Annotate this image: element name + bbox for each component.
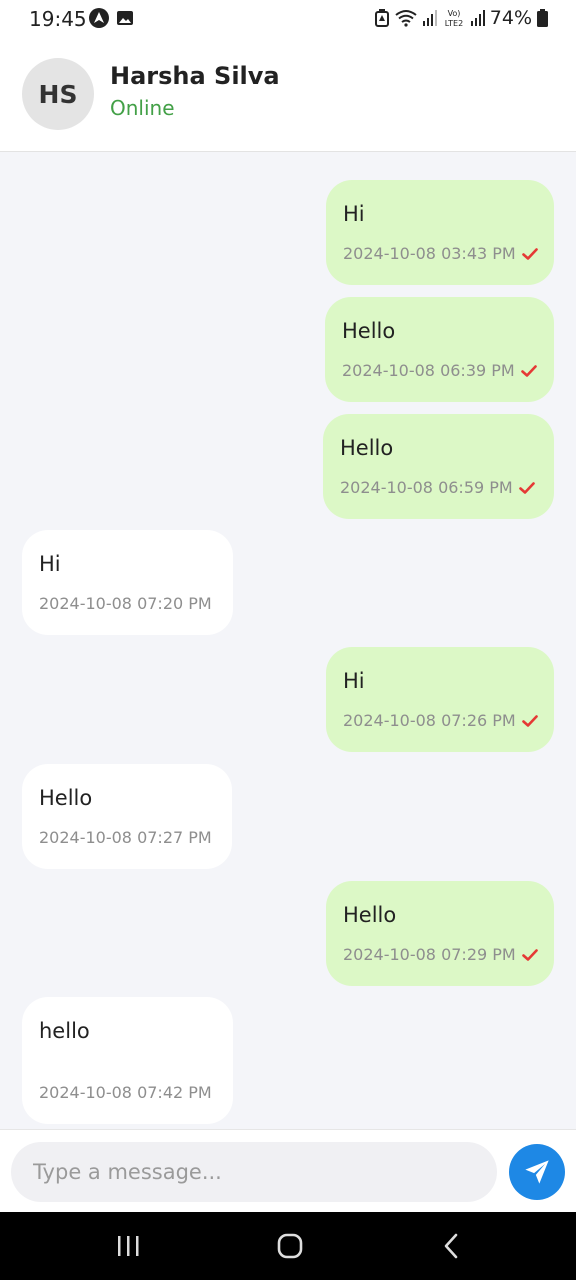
contact-name[interactable]: Harsha Silva bbox=[110, 62, 280, 90]
contact-status: Online bbox=[110, 96, 175, 120]
check-icon bbox=[520, 364, 537, 377]
message-time: 2024-10-08 07:27 PM bbox=[39, 828, 212, 847]
svg-text:LTE2: LTE2 bbox=[445, 19, 463, 28]
volte-lte2-icon: Vo) LTE2 bbox=[442, 8, 466, 28]
svg-text:Vo): Vo) bbox=[447, 9, 460, 18]
message-text: Hello bbox=[39, 786, 93, 810]
message-bubble-sent[interactable]: Hello 2024-10-08 06:59 PM bbox=[323, 414, 554, 519]
message-time: 2024-10-08 07:26 PM bbox=[343, 711, 516, 730]
message-bubble-received[interactable]: Hi 2024-10-08 07:20 PM bbox=[22, 530, 233, 635]
battery-percentage: 74% bbox=[489, 7, 532, 29]
check-icon bbox=[521, 948, 538, 961]
message-bubble-received[interactable]: hello 2024-10-08 07:42 PM bbox=[22, 997, 233, 1124]
message-text: Hi bbox=[39, 552, 61, 576]
send-icon bbox=[523, 1158, 551, 1186]
message-time: 2024-10-08 06:59 PM bbox=[340, 478, 513, 497]
system-nav-bar bbox=[0, 1212, 576, 1280]
home-button[interactable] bbox=[250, 1212, 330, 1280]
recent-apps-icon bbox=[116, 1235, 140, 1257]
back-icon bbox=[441, 1233, 461, 1259]
check-icon bbox=[518, 481, 535, 494]
message-time: 2024-10-08 06:39 PM bbox=[342, 361, 515, 380]
message-time: 2024-10-08 03:43 PM bbox=[343, 244, 516, 263]
message-bubble-sent[interactable]: Hello 2024-10-08 07:29 PM bbox=[326, 881, 554, 986]
message-bubble-sent[interactable]: Hello 2024-10-08 06:39 PM bbox=[325, 297, 554, 402]
chat-header: HS Harsha Silva Online bbox=[0, 36, 576, 152]
status-bar: 19:45 Vo) LTE2 74% bbox=[0, 0, 576, 36]
signal-icon-2 bbox=[470, 10, 485, 26]
battery-icon bbox=[537, 9, 548, 27]
message-text: hello bbox=[39, 1019, 90, 1043]
home-icon bbox=[276, 1232, 304, 1260]
check-icon bbox=[521, 247, 538, 260]
navigation-app-icon bbox=[89, 8, 109, 28]
message-text: Hi bbox=[343, 202, 365, 226]
send-button[interactable] bbox=[509, 1144, 565, 1200]
composer-bar bbox=[0, 1129, 576, 1212]
status-time: 19:45 bbox=[29, 7, 87, 31]
wifi-icon bbox=[394, 9, 418, 27]
back-button[interactable] bbox=[411, 1212, 491, 1280]
message-text: Hello bbox=[340, 436, 394, 460]
recent-apps-button[interactable] bbox=[88, 1212, 168, 1280]
battery-saver-icon bbox=[374, 9, 389, 27]
message-time: 2024-10-08 07:20 PM bbox=[39, 594, 212, 613]
image-notification-icon bbox=[117, 10, 133, 26]
message-list[interactable]: Hi 2024-10-08 03:43 PM Hello 2024-10-08 … bbox=[0, 152, 576, 1129]
message-input[interactable] bbox=[11, 1142, 497, 1202]
message-text: Hello bbox=[342, 319, 396, 343]
message-text: Hi bbox=[343, 669, 365, 693]
message-bubble-sent[interactable]: Hi 2024-10-08 07:26 PM bbox=[326, 647, 554, 752]
message-text: Hello bbox=[343, 903, 397, 927]
signal-icon bbox=[422, 10, 437, 26]
avatar[interactable]: HS bbox=[22, 58, 94, 130]
message-time: 2024-10-08 07:42 PM bbox=[39, 1083, 212, 1102]
message-bubble-sent[interactable]: Hi 2024-10-08 03:43 PM bbox=[326, 180, 554, 285]
message-bubble-received[interactable]: Hello 2024-10-08 07:27 PM bbox=[22, 764, 232, 869]
check-icon bbox=[521, 714, 538, 727]
message-time: 2024-10-08 07:29 PM bbox=[343, 945, 516, 964]
